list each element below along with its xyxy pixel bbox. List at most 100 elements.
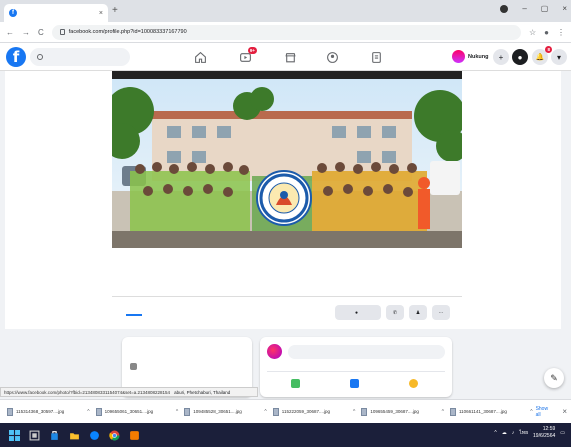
language-indicator[interactable]: ไทย: [519, 429, 528, 437]
task-view-icon[interactable]: [27, 428, 41, 442]
minimize-button[interactable]: –: [522, 4, 526, 13]
clock[interactable]: 12:59 19/6/2564: [533, 426, 555, 440]
new-tab-button[interactable]: +: [112, 5, 118, 16]
browser-tab-bar: f × + – ▢ ×: [0, 0, 571, 22]
create-post-card: [260, 337, 452, 397]
chevron-up-icon[interactable]: ^: [494, 430, 496, 436]
marketplace-icon[interactable]: [282, 50, 298, 64]
network-icon[interactable]: ☁: [502, 430, 507, 436]
download-item[interactable]: 109655061_30651....jpg ^: [93, 404, 178, 420]
status-bar-url: https://www.facebook.com/photo/?fbid=213…: [0, 387, 258, 397]
reload-icon[interactable]: C: [38, 28, 44, 37]
account-menu-icon[interactable]: ▾: [551, 49, 567, 65]
downloads-bar: 115314368_30597....jpg ^ 109655061_30651…: [0, 399, 571, 423]
download-item[interactable]: 110661141_30687....jpg ^: [447, 404, 533, 420]
friend-button[interactable]: ♟: [409, 305, 427, 320]
profile-icon[interactable]: ●: [544, 28, 549, 37]
more-options-button[interactable]: ···: [432, 305, 450, 320]
back-arrow-icon[interactable]: ←: [6, 28, 14, 37]
facebook-favicon-icon: f: [9, 9, 17, 17]
url-text: facebook.com/profile.php?id=100083337167…: [68, 29, 187, 35]
chevron-up-icon[interactable]: ^: [353, 409, 355, 415]
gaming-icon[interactable]: [368, 50, 384, 64]
download-item[interactable]: 109655459_30687....jpg ^: [358, 404, 444, 420]
browser-tab[interactable]: f ×: [4, 4, 108, 22]
download-filename: 109655061_30651....jpg: [104, 409, 154, 414]
url-input[interactable]: facebook.com/profile.php?id=100083337167…: [51, 24, 521, 40]
tab-close-icon[interactable]: ×: [99, 10, 103, 17]
search-icon: [37, 54, 43, 60]
browser-account-icon[interactable]: [500, 4, 509, 13]
download-item[interactable]: 115222059_30687....jpg ^: [270, 404, 355, 420]
close-downloads-button[interactable]: ×: [562, 407, 567, 416]
edge-icon[interactable]: [87, 428, 101, 442]
show-all-downloads-link[interactable]: Show all: [536, 406, 555, 418]
message-button[interactable]: ●: [335, 305, 381, 320]
status-url-text: https://www.facebook.com/photo/?fbid=213…: [4, 389, 171, 395]
photo-icon: [290, 379, 300, 388]
facebook-logo-icon[interactable]: f: [6, 47, 26, 67]
groups-icon[interactable]: [324, 50, 340, 64]
home-icon[interactable]: [192, 50, 208, 64]
tab-posts[interactable]: [126, 308, 142, 316]
chevron-up-icon[interactable]: ^: [87, 409, 89, 415]
download-filename: 115222059_30687....jpg: [281, 409, 330, 414]
profile-name: Nukung: [468, 53, 489, 60]
avatar[interactable]: [267, 344, 282, 359]
menu-dots-icon[interactable]: ⋮: [557, 28, 565, 37]
post-input[interactable]: [288, 344, 445, 359]
notifications-bell-icon[interactable]: 🔔 8: [532, 46, 552, 65]
facebook-header: f 9+ Nukung + ● 🔔 8 ▾: [0, 43, 571, 71]
notification-badge: 8: [545, 46, 552, 53]
download-filename: 115314368_30597....jpg: [16, 409, 65, 414]
school-logo[interactable]: [256, 170, 312, 226]
image-file-icon: [184, 407, 191, 416]
phone-icon: ✆: [392, 309, 398, 316]
download-item[interactable]: 115314368_30597....jpg ^: [4, 404, 90, 420]
volume-icon[interactable]: ♪: [512, 430, 515, 436]
intro-location: aburi, Phetchaburi, Thailand: [174, 389, 231, 395]
messenger-icon: ●: [354, 309, 359, 316]
windows-start-icon[interactable]: [7, 428, 21, 442]
forward-arrow-icon[interactable]: →: [22, 28, 30, 37]
photo-video-button[interactable]: [290, 379, 303, 388]
chevron-up-icon[interactable]: ^: [176, 409, 178, 415]
profile-chip[interactable]: Nukung: [452, 50, 488, 63]
clock-date: 19/6/2564: [533, 433, 556, 439]
chevron-up-icon[interactable]: ^: [264, 409, 266, 415]
page-actions: ● ✆ ♟ ···: [335, 305, 450, 320]
bookmark-star-icon[interactable]: ☆: [529, 28, 536, 37]
messenger-icon[interactable]: ●: [512, 49, 528, 65]
create-button[interactable]: +: [493, 49, 509, 65]
chevron-up-icon[interactable]: ^: [530, 409, 532, 415]
window-controls: – ▢ ×: [500, 4, 567, 13]
maximize-button[interactable]: ▢: [541, 4, 549, 13]
tag-friends-button[interactable]: [349, 379, 362, 388]
call-button[interactable]: ✆: [386, 305, 404, 320]
briefcase-icon: [130, 363, 137, 370]
chevron-up-icon[interactable]: ^: [442, 409, 444, 415]
close-window-button[interactable]: ×: [562, 4, 567, 13]
image-file-icon: [361, 407, 368, 416]
edit-compose-icon[interactable]: ✎: [544, 368, 564, 388]
download-item[interactable]: 109485528_30651....jpg ^: [181, 404, 267, 420]
notification-center-icon[interactable]: ▭: [560, 430, 565, 436]
download-filename: 110661141_30687....jpg: [458, 409, 507, 414]
avatar: [452, 50, 465, 63]
intro-row-workplace: [130, 363, 244, 370]
feeling-activity-button[interactable]: [409, 379, 421, 388]
store-icon[interactable]: [47, 428, 61, 442]
lock-icon: [59, 29, 65, 35]
image-file-icon: [95, 407, 102, 416]
watch-badge: 9+: [247, 47, 257, 54]
clock-time: 12:59: [542, 426, 556, 432]
page-subtitle: [175, 281, 395, 288]
app-icon[interactable]: [127, 428, 141, 442]
address-bar-row: ← → C facebook.com/profile.php?id=100083…: [0, 22, 571, 43]
file-explorer-icon[interactable]: [67, 428, 81, 442]
windows-taskbar: ^ ☁ ♪ ไทย 12:59 19/6/2564 ▭: [0, 423, 571, 447]
image-file-icon: [272, 407, 279, 416]
watch-icon[interactable]: 9+: [237, 47, 257, 64]
facebook-search-input[interactable]: [30, 48, 130, 66]
chrome-icon[interactable]: [107, 428, 121, 442]
